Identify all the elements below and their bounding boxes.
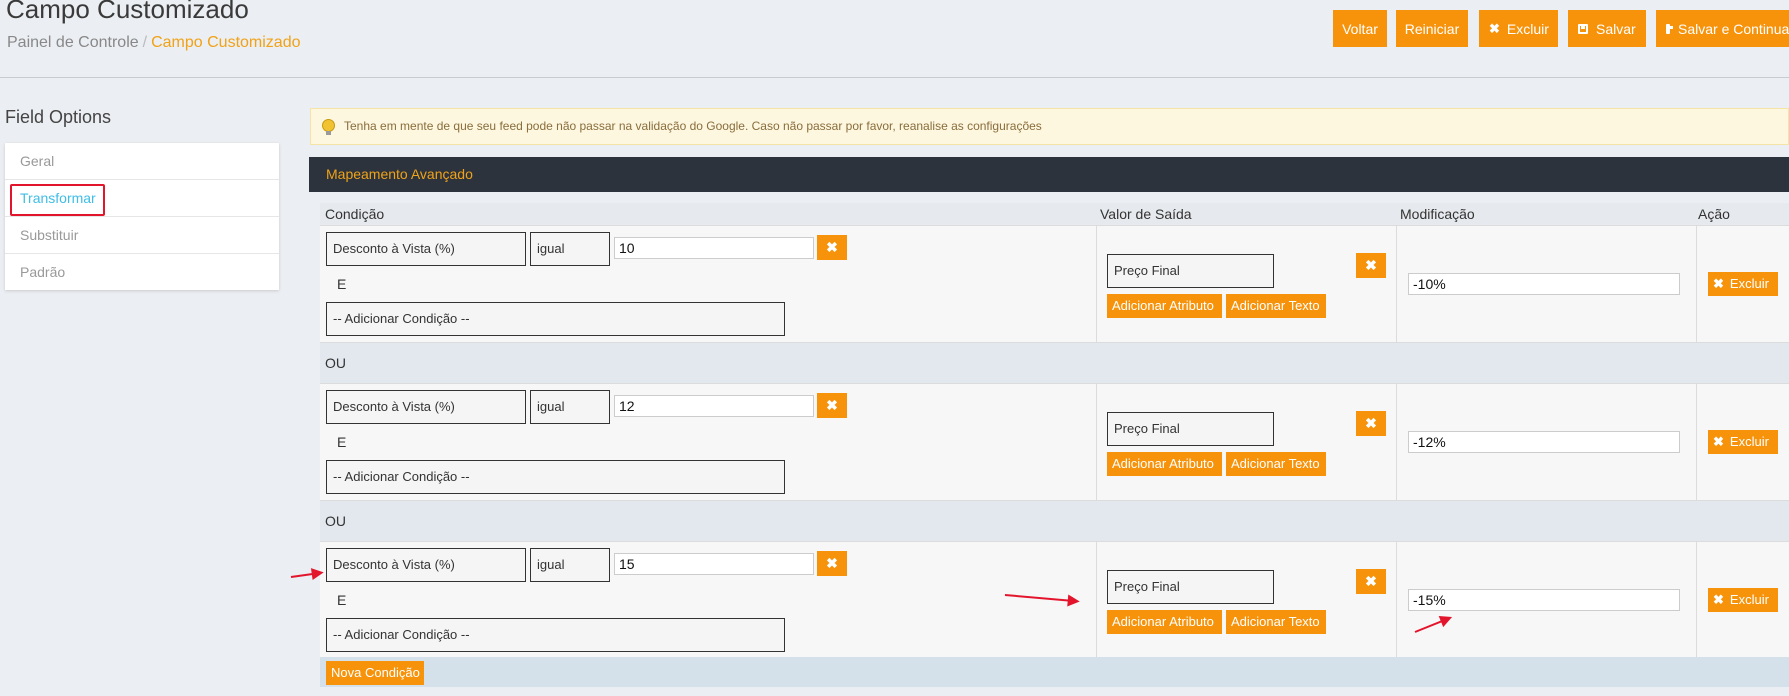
floppy-disk-icon [1578, 23, 1588, 34]
floppy-disk-icon [1666, 23, 1673, 34]
save-button[interactable]: Salvar [1568, 10, 1646, 47]
add-condition-select[interactable]: -- Adicionar Condição -- [326, 302, 785, 336]
delete-row-label: Excluir [1729, 434, 1769, 449]
modification-input[interactable] [1408, 273, 1680, 295]
close-icon: ✖ [826, 555, 838, 571]
condition-operator-select[interactable]: igual [530, 390, 610, 424]
lightbulb-icon [322, 119, 335, 135]
reset-button-label: Reiniciar [1404, 20, 1460, 37]
column-divider [1396, 225, 1397, 343]
modification-input[interactable] [1408, 431, 1680, 453]
remove-condition-button[interactable]: ✖ [817, 551, 847, 576]
back-button[interactable]: Voltar [1333, 10, 1387, 47]
or-separator: OU [320, 501, 1789, 541]
google-validation-alert: Tenha em mente de que seu feed pode não … [310, 108, 1789, 145]
output-value-field[interactable]: Preço Final [1107, 254, 1274, 288]
add-condition-select[interactable]: -- Adicionar Condição -- [326, 460, 785, 494]
column-divider [1696, 541, 1697, 658]
close-icon: ✖ [1713, 434, 1724, 449]
modification-input[interactable] [1408, 589, 1680, 611]
and-label: E [337, 276, 347, 292]
save-continue-button-label: Salvar e Continuar [1678, 20, 1789, 37]
close-icon: ✖ [826, 397, 838, 413]
back-button-label: Voltar [1342, 20, 1378, 37]
table-header [320, 203, 1789, 225]
column-divider [1096, 383, 1097, 501]
add-attribute-button[interactable]: Adicionar Atributo [1107, 452, 1222, 476]
remove-condition-button[interactable]: ✖ [817, 235, 847, 260]
new-condition-button[interactable]: Nova Condição [326, 661, 424, 685]
condition-operator-select[interactable]: igual [530, 548, 610, 582]
condition-value-input[interactable] [614, 395, 814, 417]
breadcrumb-current: Campo Customizado [151, 34, 301, 51]
column-header-condition: Condição [325, 206, 385, 222]
save-button-label: Salvar [1596, 20, 1636, 37]
add-attribute-button[interactable]: Adicionar Atributo [1107, 610, 1222, 634]
close-icon: ✖ [1365, 573, 1377, 589]
condition-attribute-select[interactable]: Desconto à Vista (%) [326, 548, 526, 582]
or-separator: OU [320, 343, 1789, 383]
remove-output-button[interactable]: ✖ [1356, 411, 1386, 436]
add-condition-select[interactable]: -- Adicionar Condição -- [326, 618, 785, 652]
add-text-button[interactable]: Adicionar Texto [1226, 294, 1326, 318]
field-options-title: Field Options [5, 107, 112, 127]
delete-row-button[interactable]: ✖ Excluir [1708, 588, 1778, 612]
column-divider [1396, 383, 1397, 501]
remove-condition-button[interactable]: ✖ [817, 393, 847, 418]
delete-row-label: Excluir [1729, 592, 1769, 607]
remove-output-button[interactable]: ✖ [1356, 253, 1386, 278]
delete-row-label: Excluir [1729, 276, 1769, 291]
reset-button[interactable]: Reiniciar [1396, 10, 1468, 47]
sidebar-item-label: Substituir [20, 227, 79, 243]
table-footer [320, 657, 1789, 687]
and-label: E [337, 434, 347, 450]
breadcrumb-home[interactable]: Painel de Controle [7, 34, 139, 51]
column-header-action: Ação [1698, 206, 1730, 222]
close-icon: ✖ [1713, 276, 1724, 291]
column-divider [1096, 541, 1097, 658]
panel-title: Mapeamento Avançado [309, 157, 1789, 192]
condition-value-input[interactable] [614, 237, 814, 259]
and-label: E [337, 592, 347, 608]
add-attribute-button[interactable]: Adicionar Atributo [1107, 294, 1222, 318]
column-divider [1696, 383, 1697, 501]
close-icon: ✖ [1713, 592, 1724, 607]
header-divider [0, 77, 1789, 78]
column-divider [1696, 225, 1697, 343]
sidebar-item-label: Geral [20, 153, 55, 169]
alert-text: Tenha em mente de que seu feed pode não … [344, 119, 1042, 133]
breadcrumb: Painel de Controle / Campo Customizado [7, 34, 301, 52]
add-text-button[interactable]: Adicionar Texto [1226, 452, 1326, 476]
page-title: Campo Customizado [6, 0, 249, 24]
save-continue-button[interactable]: Salvar e Continuar [1656, 10, 1789, 47]
close-icon: ✖ [1365, 415, 1377, 431]
sidebar-item-substituir[interactable]: Substituir [5, 217, 279, 254]
condition-attribute-select[interactable]: Desconto à Vista (%) [326, 232, 526, 266]
highlight-annotation-box [10, 184, 105, 216]
breadcrumb-separator: / [142, 34, 148, 51]
condition-value-input[interactable] [614, 553, 814, 575]
close-icon: ✖ [826, 239, 838, 255]
annotation-arrow [290, 571, 321, 578]
condition-operator-select[interactable]: igual [530, 232, 610, 266]
close-icon: ✖ [1365, 257, 1377, 273]
close-icon: ✖ [1489, 20, 1500, 36]
column-header-modification: Modificação [1400, 206, 1475, 222]
column-divider [1096, 225, 1097, 343]
delete-row-button[interactable]: ✖ Excluir [1708, 430, 1778, 454]
sidebar-item-padrao[interactable]: Padrão [5, 254, 279, 291]
delete-row-button[interactable]: ✖ Excluir [1708, 272, 1778, 296]
column-header-output: Valor de Saída [1100, 206, 1192, 222]
remove-output-button[interactable]: ✖ [1356, 569, 1386, 594]
output-value-field[interactable]: Preço Final [1107, 570, 1274, 604]
condition-attribute-select[interactable]: Desconto à Vista (%) [326, 390, 526, 424]
delete-button-label: Excluir [1506, 20, 1549, 37]
column-divider [1396, 541, 1397, 658]
sidebar-item-label: Padrão [20, 264, 66, 280]
output-value-field[interactable]: Preço Final [1107, 412, 1274, 446]
delete-button[interactable]: ✖ Excluir [1479, 10, 1558, 47]
add-text-button[interactable]: Adicionar Texto [1226, 610, 1326, 634]
sidebar-item-geral[interactable]: Geral [5, 143, 279, 180]
field-options-menu: Geral Transformar Substituir Padrão [5, 143, 279, 290]
